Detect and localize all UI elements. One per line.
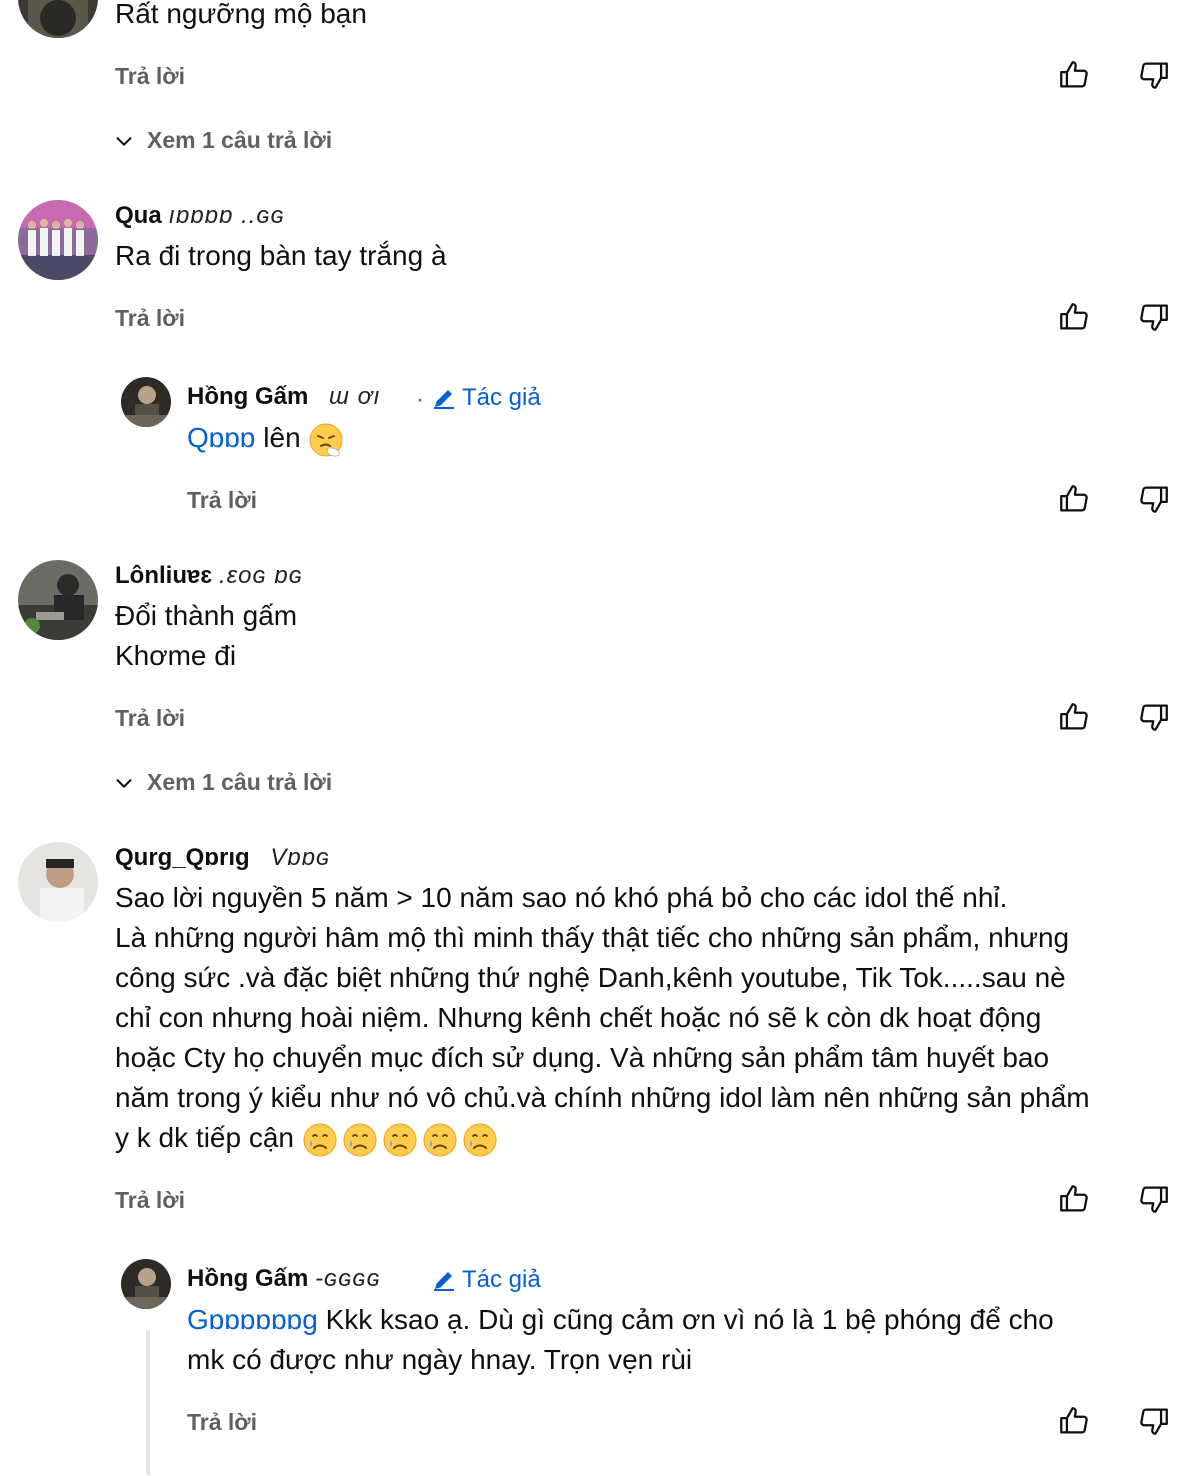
- author-name: Qua: [115, 202, 162, 229]
- author-name: Hồng Gấm: [187, 383, 309, 410]
- like-icon[interactable]: [1057, 1404, 1091, 1438]
- reply-button[interactable]: Trả lời: [115, 705, 185, 732]
- avatar[interactable]: [18, 560, 98, 640]
- sad-face-emoji: [422, 1122, 458, 1158]
- like-icon[interactable]: [1057, 300, 1091, 334]
- like-icon[interactable]: [1057, 58, 1091, 92]
- like-icon[interactable]: [1057, 700, 1091, 734]
- comment-author[interactable]: Qua ıɒɒɒɒ ..ɢɢ: [115, 202, 285, 230]
- reply-button[interactable]: Trả lời: [115, 305, 185, 332]
- separator-dot: ·: [416, 386, 424, 413]
- reply-time: ɯ ơı: [329, 383, 381, 410]
- reply-text: Qɒɒɒ lên: [187, 418, 344, 458]
- dislike-icon[interactable]: [1137, 300, 1171, 334]
- author-name: Qurɡ_Qɒrıɡ: [115, 844, 250, 871]
- comment-text-line: hoặc Cty họ chuyển mục đích sử dụng. Và …: [115, 1042, 1050, 1073]
- comment-author[interactable]: Lônliuɐɛ .ɛoɢ ɒɢ: [115, 562, 303, 590]
- comment-text-line: Là những người hâm mộ thì minh thấy thật…: [115, 922, 1070, 953]
- view-replies-label: Xem 1 câu trả lời: [147, 127, 333, 153]
- like-icon[interactable]: [1057, 1182, 1091, 1216]
- author-name: Hồng Gấm: [187, 1265, 309, 1292]
- dislike-icon[interactable]: [1137, 700, 1171, 734]
- author-badge: Tác giả: [432, 384, 541, 412]
- author-name: Lônliuɐɛ: [115, 562, 213, 589]
- author-handle-obscured: ıɒɒɒɒ ..ɢɢ: [168, 202, 285, 229]
- comment-text-line: y k dk tiếp cận: [115, 1118, 498, 1158]
- mention-link[interactable]: Gɒɒɒɒɒɒɡ: [187, 1304, 318, 1335]
- dislike-icon[interactable]: [1137, 58, 1171, 92]
- sad-face-emoji: [342, 1122, 378, 1158]
- reply-button[interactable]: Trả lời: [187, 1409, 257, 1436]
- view-replies-button[interactable]: Xem 1 câu trả lời: [113, 127, 332, 154]
- author-handle-obscured: .ɛoɢ ɒɢ: [218, 562, 303, 589]
- avatar[interactable]: [18, 0, 98, 38]
- like-icon[interactable]: [1057, 482, 1091, 516]
- reply-time: -ɢɢɢɢ: [315, 1265, 381, 1292]
- sad-face-emoji: [302, 1122, 338, 1158]
- view-replies-button[interactable]: Xem 1 câu trả lời: [113, 769, 332, 796]
- comment-text-last: y k dk tiếp cận: [115, 1122, 294, 1153]
- comment-text-line: Đổi thành gấm: [115, 600, 298, 631]
- comment-text-line: chỉ con nhưng hoài niệm. Nhưng kênh chết…: [115, 1002, 1042, 1033]
- comment-author[interactable]: Qurɡ_Qɒrıɡ Vɒɒɢ: [115, 844, 330, 872]
- avatar[interactable]: [18, 842, 98, 922]
- sneeze-face-emoji: [308, 422, 344, 458]
- mention-link[interactable]: Qɒɒɒ: [187, 422, 256, 453]
- comment-text: Ra đi trong bàn tay trắng à: [115, 240, 447, 271]
- reply-button[interactable]: Trả lời: [115, 1187, 185, 1214]
- dislike-icon[interactable]: [1137, 482, 1171, 516]
- avatar[interactable]: [121, 377, 171, 427]
- comment-text-line: Sao lời nguyền 5 năm > 10 năm sao nó khó…: [115, 882, 1008, 913]
- comment-text-line: Khơme đi: [115, 640, 237, 671]
- reply-author[interactable]: Hồng Gấm ɯ ơı: [187, 383, 381, 411]
- view-replies-label: Xem 1 câu trả lời: [147, 769, 333, 795]
- reply-button[interactable]: Trả lời: [115, 63, 185, 90]
- comment-text-line: năm trong ý kiểu như nó vô chủ.và chính …: [115, 1082, 1090, 1113]
- avatar[interactable]: [121, 1259, 171, 1309]
- dislike-icon[interactable]: [1137, 1404, 1171, 1438]
- reply-text-body: lên: [263, 422, 301, 453]
- chevron-down-icon: [113, 772, 135, 794]
- pencil-icon: [432, 386, 456, 410]
- sad-face-emoji: [382, 1122, 418, 1158]
- thread-line: [146, 1330, 150, 1476]
- chevron-down-icon: [113, 130, 135, 152]
- author-badge-label: Tác giả: [462, 1266, 541, 1293]
- avatar[interactable]: [18, 200, 98, 280]
- comment-text-line: công sức .và đặc biệt những thứ nghệ Dan…: [115, 962, 1066, 993]
- comment-text: Rất ngưỡng mộ bạn: [115, 0, 367, 29]
- reply-author[interactable]: Hồng Gấm -ɢɢɢɢ: [187, 1265, 381, 1293]
- pencil-icon: [432, 1268, 456, 1292]
- sad-face-emoji: [462, 1122, 498, 1158]
- reply-text-line: mk có được như ngày hnay. Trọn vẹn rùi: [187, 1344, 693, 1375]
- author-handle-obscured: Vɒɒɢ: [270, 844, 331, 871]
- dislike-icon[interactable]: [1137, 1182, 1171, 1216]
- author-badge-label: Tác giả: [462, 384, 541, 411]
- reply-text-body: Kkk ksao ạ. Dù gì cũng cảm ơn vì nó là 1…: [325, 1304, 1054, 1335]
- reply-text-line: Gɒɒɒɒɒɒɡ Kkk ksao ạ. Dù gì cũng cảm ơn v…: [187, 1300, 1054, 1340]
- reply-button[interactable]: Trả lời: [187, 487, 257, 514]
- author-badge: Tác giả: [432, 1266, 541, 1294]
